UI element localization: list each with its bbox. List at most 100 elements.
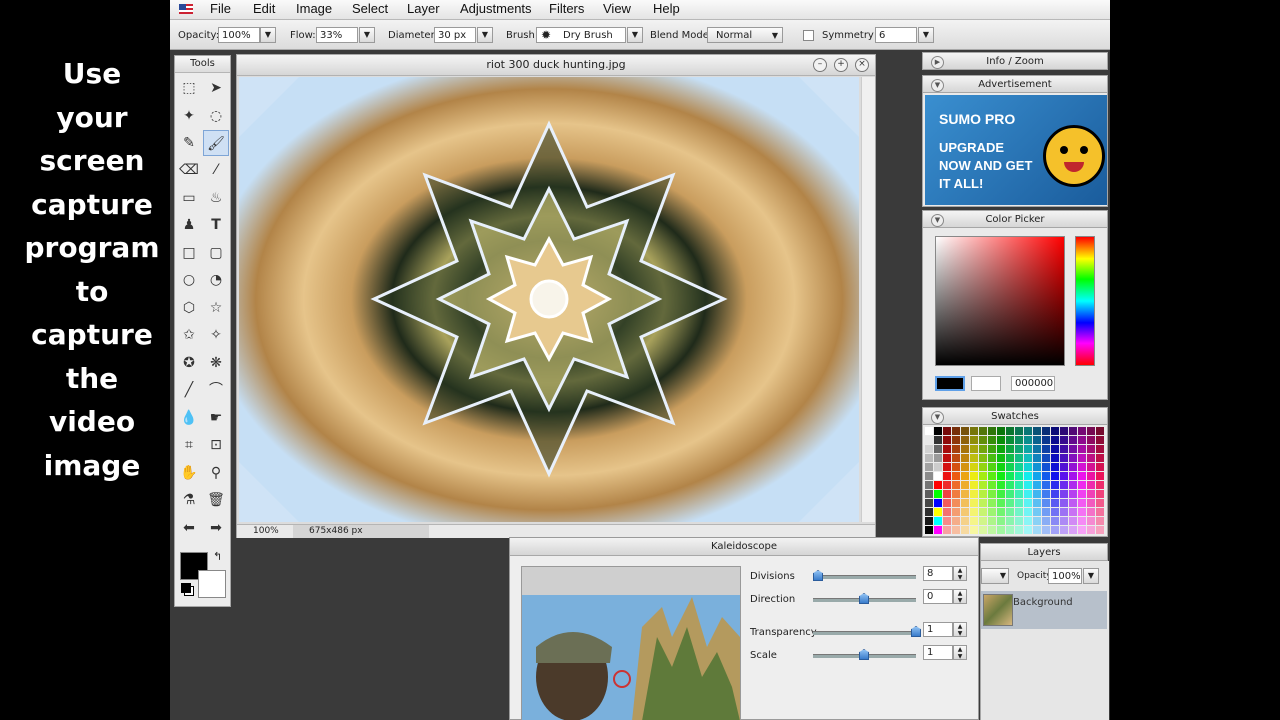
pencil-icon[interactable]: ✎ [176, 130, 202, 156]
swatch-cell[interactable] [961, 436, 969, 444]
swatch-cell[interactable] [1087, 463, 1095, 471]
swatch-cell[interactable] [979, 526, 987, 534]
swatch-cell[interactable] [952, 499, 960, 507]
swatch-cell[interactable] [943, 445, 951, 453]
swatch-cell[interactable] [1051, 481, 1059, 489]
menu-select[interactable]: Select [352, 1, 388, 16]
swatch-cell[interactable] [988, 517, 996, 525]
swatch-cell[interactable] [1051, 463, 1059, 471]
swatch-cell[interactable] [1078, 445, 1086, 453]
swatch-cell[interactable] [970, 481, 978, 489]
transparency-slider-track[interactable] [813, 631, 916, 635]
layer-row-background[interactable]: Background [981, 591, 1107, 629]
swatch-cell[interactable] [1060, 436, 1068, 444]
swatch-cell[interactable] [925, 499, 933, 507]
swatch-cell[interactable] [979, 499, 987, 507]
hexagon-icon[interactable]: ⬡ [176, 295, 202, 321]
swatch-cell[interactable] [925, 481, 933, 489]
swatch-cell[interactable] [1096, 481, 1104, 489]
swatch-cell[interactable] [988, 499, 996, 507]
gradient-icon[interactable]: ▭ [176, 185, 202, 211]
swatch-cell[interactable] [952, 454, 960, 462]
scale-input[interactable]: 1 [923, 645, 953, 660]
divisions-input[interactable]: 8 [923, 566, 953, 581]
swatch-cell[interactable] [925, 472, 933, 480]
swatch-cell[interactable] [1087, 517, 1095, 525]
swatch-cell[interactable] [988, 463, 996, 471]
swatch-cell[interactable] [997, 490, 1005, 498]
swatch-cell[interactable] [1096, 517, 1104, 525]
swatch-cell[interactable] [925, 445, 933, 453]
diameter-dropdown-button[interactable]: ▼ [477, 27, 493, 43]
swatch-cell[interactable] [934, 526, 942, 534]
symmetry-input[interactable]: 6 [875, 27, 917, 43]
swatch-cell[interactable] [1060, 472, 1068, 480]
swatch-cell[interactable] [1069, 481, 1077, 489]
swatch-cell[interactable] [1060, 427, 1068, 435]
swatch-cell[interactable] [1033, 436, 1041, 444]
swatch-cell[interactable] [1042, 499, 1050, 507]
swatch-cell[interactable] [1015, 427, 1023, 435]
opacity-input[interactable]: 100% [218, 27, 260, 43]
swatch-cell[interactable] [997, 454, 1005, 462]
swatch-cell[interactable] [1087, 445, 1095, 453]
saturation-brightness-field[interactable] [935, 236, 1065, 366]
swatch-cell[interactable] [1042, 517, 1050, 525]
swatch-cell[interactable] [1033, 499, 1041, 507]
swatch-cell[interactable] [1096, 454, 1104, 462]
swatch-cell[interactable] [1042, 481, 1050, 489]
swatch-cell[interactable] [1015, 481, 1023, 489]
curve-icon[interactable]: ⌒ [203, 377, 229, 403]
swatch-cell[interactable] [1042, 445, 1050, 453]
current-color-swatch[interactable] [935, 376, 965, 391]
swatch-cell[interactable] [1015, 517, 1023, 525]
divisions-stepper[interactable]: ▲ ▼ [953, 566, 967, 581]
swatch-cell[interactable] [943, 481, 951, 489]
menu-edit[interactable]: Edit [253, 1, 275, 16]
swatch-cell[interactable] [1024, 463, 1032, 471]
filter-preview[interactable] [521, 566, 741, 720]
swatch-cell[interactable] [961, 463, 969, 471]
swatch-cell[interactable] [1069, 454, 1077, 462]
swatch-cell[interactable] [1078, 454, 1086, 462]
transparency-input[interactable]: 1 [923, 622, 953, 637]
swatch-cell[interactable] [961, 454, 969, 462]
menu-help[interactable]: Help [653, 1, 680, 16]
swatch-cell[interactable] [1033, 472, 1041, 480]
brush-icon[interactable]: 🖌 [203, 130, 229, 156]
swatch-cell[interactable] [988, 427, 996, 435]
swatch-cell[interactable] [1006, 526, 1014, 534]
swatch-cell[interactable] [943, 463, 951, 471]
brush-select[interactable]: ✹ Dry Brush [536, 27, 626, 43]
scale-slider-thumb[interactable] [859, 649, 869, 660]
menu-view[interactable]: View [603, 1, 631, 16]
swatch-cell[interactable] [970, 454, 978, 462]
swatch-cell[interactable] [979, 454, 987, 462]
color-picker-panel-header[interactable]: ▼ Color Picker [922, 210, 1108, 228]
swatch-cell[interactable] [934, 517, 942, 525]
background-color-swatch[interactable] [198, 570, 226, 598]
swatch-cell[interactable] [1087, 427, 1095, 435]
custom-shape-icon[interactable]: ◔ [203, 267, 229, 293]
swatch-cell[interactable] [1078, 427, 1086, 435]
swatch-cell[interactable] [1024, 472, 1032, 480]
layer-opacity-input[interactable]: 100% [1048, 568, 1082, 584]
swatch-cell[interactable] [970, 490, 978, 498]
swatch-cell[interactable] [934, 508, 942, 516]
swatch-cell[interactable] [952, 490, 960, 498]
lasso-icon[interactable]: ◌ [203, 103, 229, 129]
menu-image[interactable]: Image [296, 1, 332, 16]
resize-icon[interactable]: ⊡ [203, 432, 229, 458]
swatch-cell[interactable] [952, 445, 960, 453]
swatch-cell[interactable] [943, 490, 951, 498]
swatch-cell[interactable] [1015, 526, 1023, 534]
swatch-cell[interactable] [970, 436, 978, 444]
swatch-cell[interactable] [934, 463, 942, 471]
swatch-cell[interactable] [1024, 526, 1032, 534]
swatch-cell[interactable] [1051, 508, 1059, 516]
zoom-icon[interactable]: ⚲ [203, 460, 229, 486]
swatch-cell[interactable] [1006, 436, 1014, 444]
swatch-cell[interactable] [1042, 490, 1050, 498]
swatch-cell[interactable] [1024, 445, 1032, 453]
flow-input[interactable]: 33% [316, 27, 358, 43]
